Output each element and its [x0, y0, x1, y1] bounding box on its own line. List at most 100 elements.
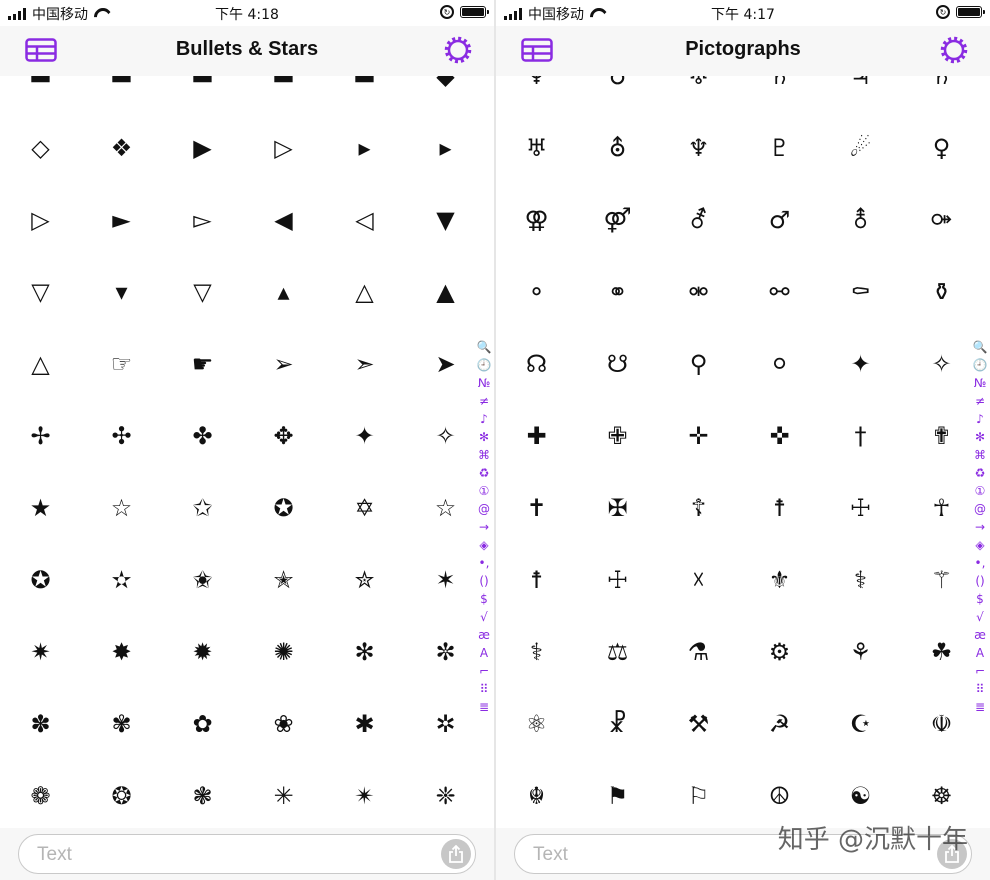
- glyph-cell[interactable]: ✢: [0, 400, 81, 472]
- share-button[interactable]: [937, 839, 967, 869]
- index-item[interactable]: @: [974, 500, 986, 518]
- glyph-cell[interactable]: ♂: [739, 184, 820, 256]
- index-item[interactable]: (): [479, 572, 488, 590]
- glyph-cell[interactable]: ⚕: [496, 616, 577, 688]
- glyph-cell[interactable]: ⚗: [658, 616, 739, 688]
- glyph-cell[interactable]: ⚐: [658, 760, 739, 828]
- glyph-cell[interactable]: ⚢: [496, 184, 577, 256]
- glyph-cell[interactable]: ☦: [658, 472, 739, 544]
- glyph-cell[interactable]: ✺: [243, 616, 324, 688]
- index-item[interactable]: ⌘: [478, 446, 490, 464]
- glyph-cell[interactable]: ☥: [901, 472, 982, 544]
- glyph-cell[interactable]: ♅: [496, 112, 577, 184]
- glyph-cell[interactable]: ♄: [901, 76, 982, 112]
- index-item[interactable]: →: [479, 518, 489, 536]
- text-field[interactable]: [514, 834, 972, 874]
- index-item[interactable]: ✻: [975, 428, 985, 446]
- glyph-cell[interactable]: ☊: [496, 328, 577, 400]
- glyph-cell[interactable]: ▸: [324, 112, 405, 184]
- glyph-cell[interactable]: ✸: [81, 616, 162, 688]
- glyph-cell[interactable]: ⚭: [577, 256, 658, 328]
- glyph-cell[interactable]: ✬: [162, 544, 243, 616]
- glyph-cell[interactable]: ★: [0, 472, 81, 544]
- glyph-cell[interactable]: ❈: [405, 760, 486, 828]
- glyph-cell[interactable]: ✛: [658, 400, 739, 472]
- glyph-cell[interactable]: ☞: [81, 328, 162, 400]
- index-item[interactable]: $: [480, 590, 488, 608]
- glyph-cell[interactable]: ✦: [820, 328, 901, 400]
- glyph-cell[interactable]: ✫: [81, 544, 162, 616]
- index-item[interactable]: ♻: [975, 464, 986, 482]
- glyph-cell[interactable]: ▷: [243, 112, 324, 184]
- glyph-cell[interactable]: ◆: [405, 76, 486, 112]
- glyph-cell[interactable]: ▴: [243, 256, 324, 328]
- glyph-cell[interactable]: ⚛: [496, 688, 577, 760]
- glyph-cell[interactable]: ⚯: [739, 256, 820, 328]
- glyph-cell[interactable]: ⚨: [820, 184, 901, 256]
- glyph-cell[interactable]: ✷: [0, 616, 81, 688]
- glyph-cell[interactable]: ♃: [820, 76, 901, 112]
- glyph-cell[interactable]: ♆: [496, 76, 577, 112]
- glyph-cell[interactable]: ✭: [243, 544, 324, 616]
- glyph-cell[interactable]: ✧: [405, 400, 486, 472]
- glyph-cell[interactable]: ▽: [0, 256, 81, 328]
- glyph-cell[interactable]: ❖: [81, 112, 162, 184]
- index-item[interactable]: №: [974, 374, 986, 392]
- text-field[interactable]: [18, 834, 476, 874]
- index-item[interactable]: 🕘: [973, 356, 988, 374]
- glyph-cell[interactable]: ⚙: [739, 616, 820, 688]
- glyph-cell[interactable]: ✲: [405, 688, 486, 760]
- glyph-cell[interactable]: †: [820, 400, 901, 472]
- glyph-cell[interactable]: ✪: [243, 472, 324, 544]
- glyph-cell[interactable]: ⚒: [658, 688, 739, 760]
- index-item[interactable]: A: [976, 644, 984, 662]
- glyph-cell[interactable]: ➣: [324, 328, 405, 400]
- glyph-cell[interactable]: ⚤: [577, 184, 658, 256]
- index-item[interactable]: ♪: [480, 410, 488, 428]
- glyph-cell[interactable]: ❃: [162, 760, 243, 828]
- glyph-cell[interactable]: ⚪: [739, 328, 820, 400]
- section-index[interactable]: 🔍 🕘 № ≠ ♪ ✻ ⌘ ♻ ① @ → ◈ •,() $ √ æ A ⌐ ⠿ ≣: [477, 338, 492, 716]
- glyph-cell[interactable]: ◁: [324, 184, 405, 256]
- glyph-cell[interactable]: ⚜: [739, 544, 820, 616]
- glyph-cell[interactable]: ➤: [405, 328, 486, 400]
- index-item[interactable]: æ: [974, 626, 986, 644]
- index-item[interactable]: →: [975, 518, 985, 536]
- glyph-cell[interactable]: ✴: [324, 760, 405, 828]
- glyph-cell[interactable]: ▸: [405, 112, 486, 184]
- glyph-cell[interactable]: ⚘: [820, 616, 901, 688]
- glyph-cell[interactable]: ☬: [496, 760, 577, 828]
- glyph-cell[interactable]: ✽: [0, 688, 81, 760]
- glyph-cell[interactable]: ▾: [81, 256, 162, 328]
- index-item[interactable]: ≣: [479, 698, 489, 716]
- glyph-cell[interactable]: ▻: [162, 184, 243, 256]
- glyph-cell[interactable]: ▷: [0, 184, 81, 256]
- glyph-cell[interactable]: ▲: [405, 256, 486, 328]
- section-index[interactable]: 🔍 🕘 № ≠ ♪ ✻ ⌘ ♻ ① @ → ◈ •,() $ √ æ A ⌐ ⠿ ≣: [973, 338, 988, 716]
- glyph-cell[interactable]: ⛢: [577, 112, 658, 184]
- glyph-cell[interactable]: ⚦: [658, 184, 739, 256]
- glyph-cell[interactable]: ✙: [577, 400, 658, 472]
- text-input[interactable]: [531, 843, 915, 867]
- glyph-cell[interactable]: ✠: [577, 472, 658, 544]
- glyph-cell[interactable]: ☨: [496, 544, 577, 616]
- index-item[interactable]: •,: [975, 554, 986, 572]
- glyph-cell[interactable]: ♄: [739, 76, 820, 112]
- index-item[interactable]: A: [480, 644, 488, 662]
- glyph-cell[interactable]: ⚚: [901, 544, 982, 616]
- glyph-cell[interactable]: ➢: [243, 328, 324, 400]
- glyph-cell[interactable]: ✪: [0, 544, 81, 616]
- glyph-cell[interactable]: ♆: [658, 112, 739, 184]
- glyph-cell[interactable]: ✿: [162, 688, 243, 760]
- index-item[interactable]: ♻: [479, 464, 490, 482]
- glyph-cell[interactable]: ☩: [820, 472, 901, 544]
- glyph-cell[interactable]: ✟: [901, 400, 982, 472]
- glyph-cell[interactable]: ▬: [0, 76, 81, 112]
- glyph-cell[interactable]: ▼: [405, 184, 486, 256]
- glyph-cell[interactable]: ✮: [324, 544, 405, 616]
- index-item[interactable]: №: [478, 374, 490, 392]
- index-item[interactable]: ⌐: [479, 662, 489, 680]
- gear-icon[interactable]: [940, 36, 968, 64]
- index-item[interactable]: ≣: [975, 698, 985, 716]
- glyph-cell[interactable]: ✱: [324, 688, 405, 760]
